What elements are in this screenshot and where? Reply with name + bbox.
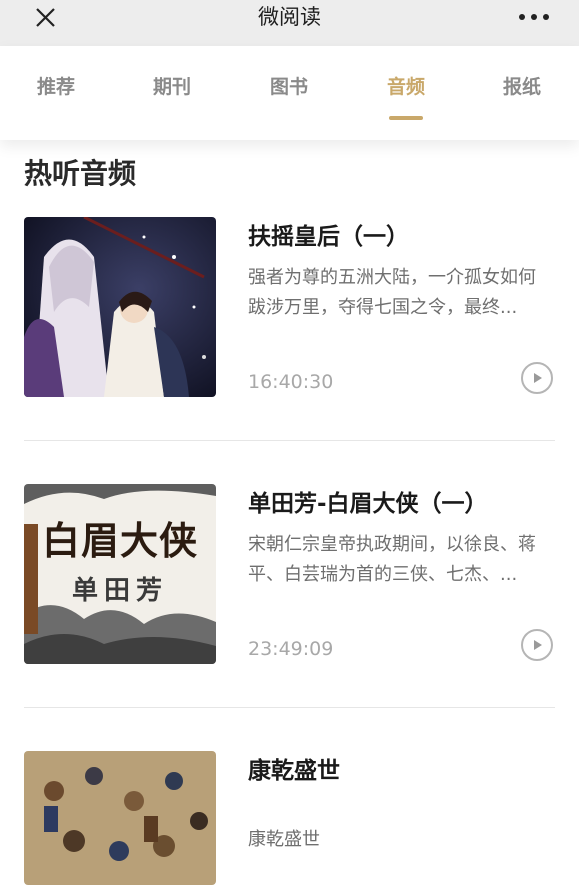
tab-books[interactable]: 图书	[244, 72, 334, 99]
tab-newspapers[interactable]: 报纸	[477, 72, 567, 99]
tab-audio[interactable]: 音频	[361, 72, 451, 99]
active-tab-indicator	[389, 116, 423, 120]
audio-description: 强者为尊的五洲大陆，一介孤女如何跋涉万里，夺得七国之令，最终...	[248, 267, 536, 318]
audio-description: 康乾盛世	[248, 829, 320, 850]
page-title: 微阅读	[258, 5, 321, 29]
tab-recommend[interactable]: 推荐	[11, 72, 101, 99]
tab-journals[interactable]: 期刊	[127, 72, 217, 99]
audio-description: 宋朝仁宗皇帝执政期间，以徐良、蒋平、白芸瑞为首的三侠、七杰、...	[248, 534, 536, 585]
cover-author-text: 单田芳	[71, 576, 168, 606]
section-title: 热听音频	[24, 157, 137, 190]
audio-item[interactable]: 白眉大侠 单田芳 单田芳-白眉大侠（一） 宋朝仁宗皇帝执政期间，以徐良、蒋平、白…	[0, 484, 579, 664]
play-icon[interactable]	[521, 362, 553, 394]
cover-title-text: 白眉大侠	[41, 518, 198, 563]
more-icon[interactable]	[514, 6, 554, 28]
audio-cover-image[interactable]	[24, 751, 216, 885]
audio-duration: 23:49:09	[248, 638, 334, 660]
item-divider	[24, 440, 555, 441]
play-icon[interactable]	[521, 629, 553, 661]
audio-cover-image[interactable]: 白眉大侠 单田芳	[24, 484, 216, 664]
audio-title[interactable]: 康乾盛世	[248, 751, 340, 785]
title-bar: 微阅读	[0, 0, 579, 46]
item-divider	[24, 707, 555, 708]
audio-duration: 16:40:30	[248, 371, 334, 393]
audio-title[interactable]: 单田芳-白眉大侠（一）	[248, 484, 488, 518]
category-tabs: 推荐 期刊 图书 音频 报纸	[0, 46, 579, 140]
audio-title[interactable]: 扶摇皇后（一）	[248, 217, 409, 251]
audio-item[interactable]: 康乾盛世 康乾盛世	[0, 751, 579, 885]
audio-cover-image[interactable]	[24, 217, 216, 397]
audio-item[interactable]: 扶摇皇后（一） 强者为尊的五洲大陆，一介孤女如何跋涉万里，夺得七国之令，最终..…	[0, 217, 579, 397]
